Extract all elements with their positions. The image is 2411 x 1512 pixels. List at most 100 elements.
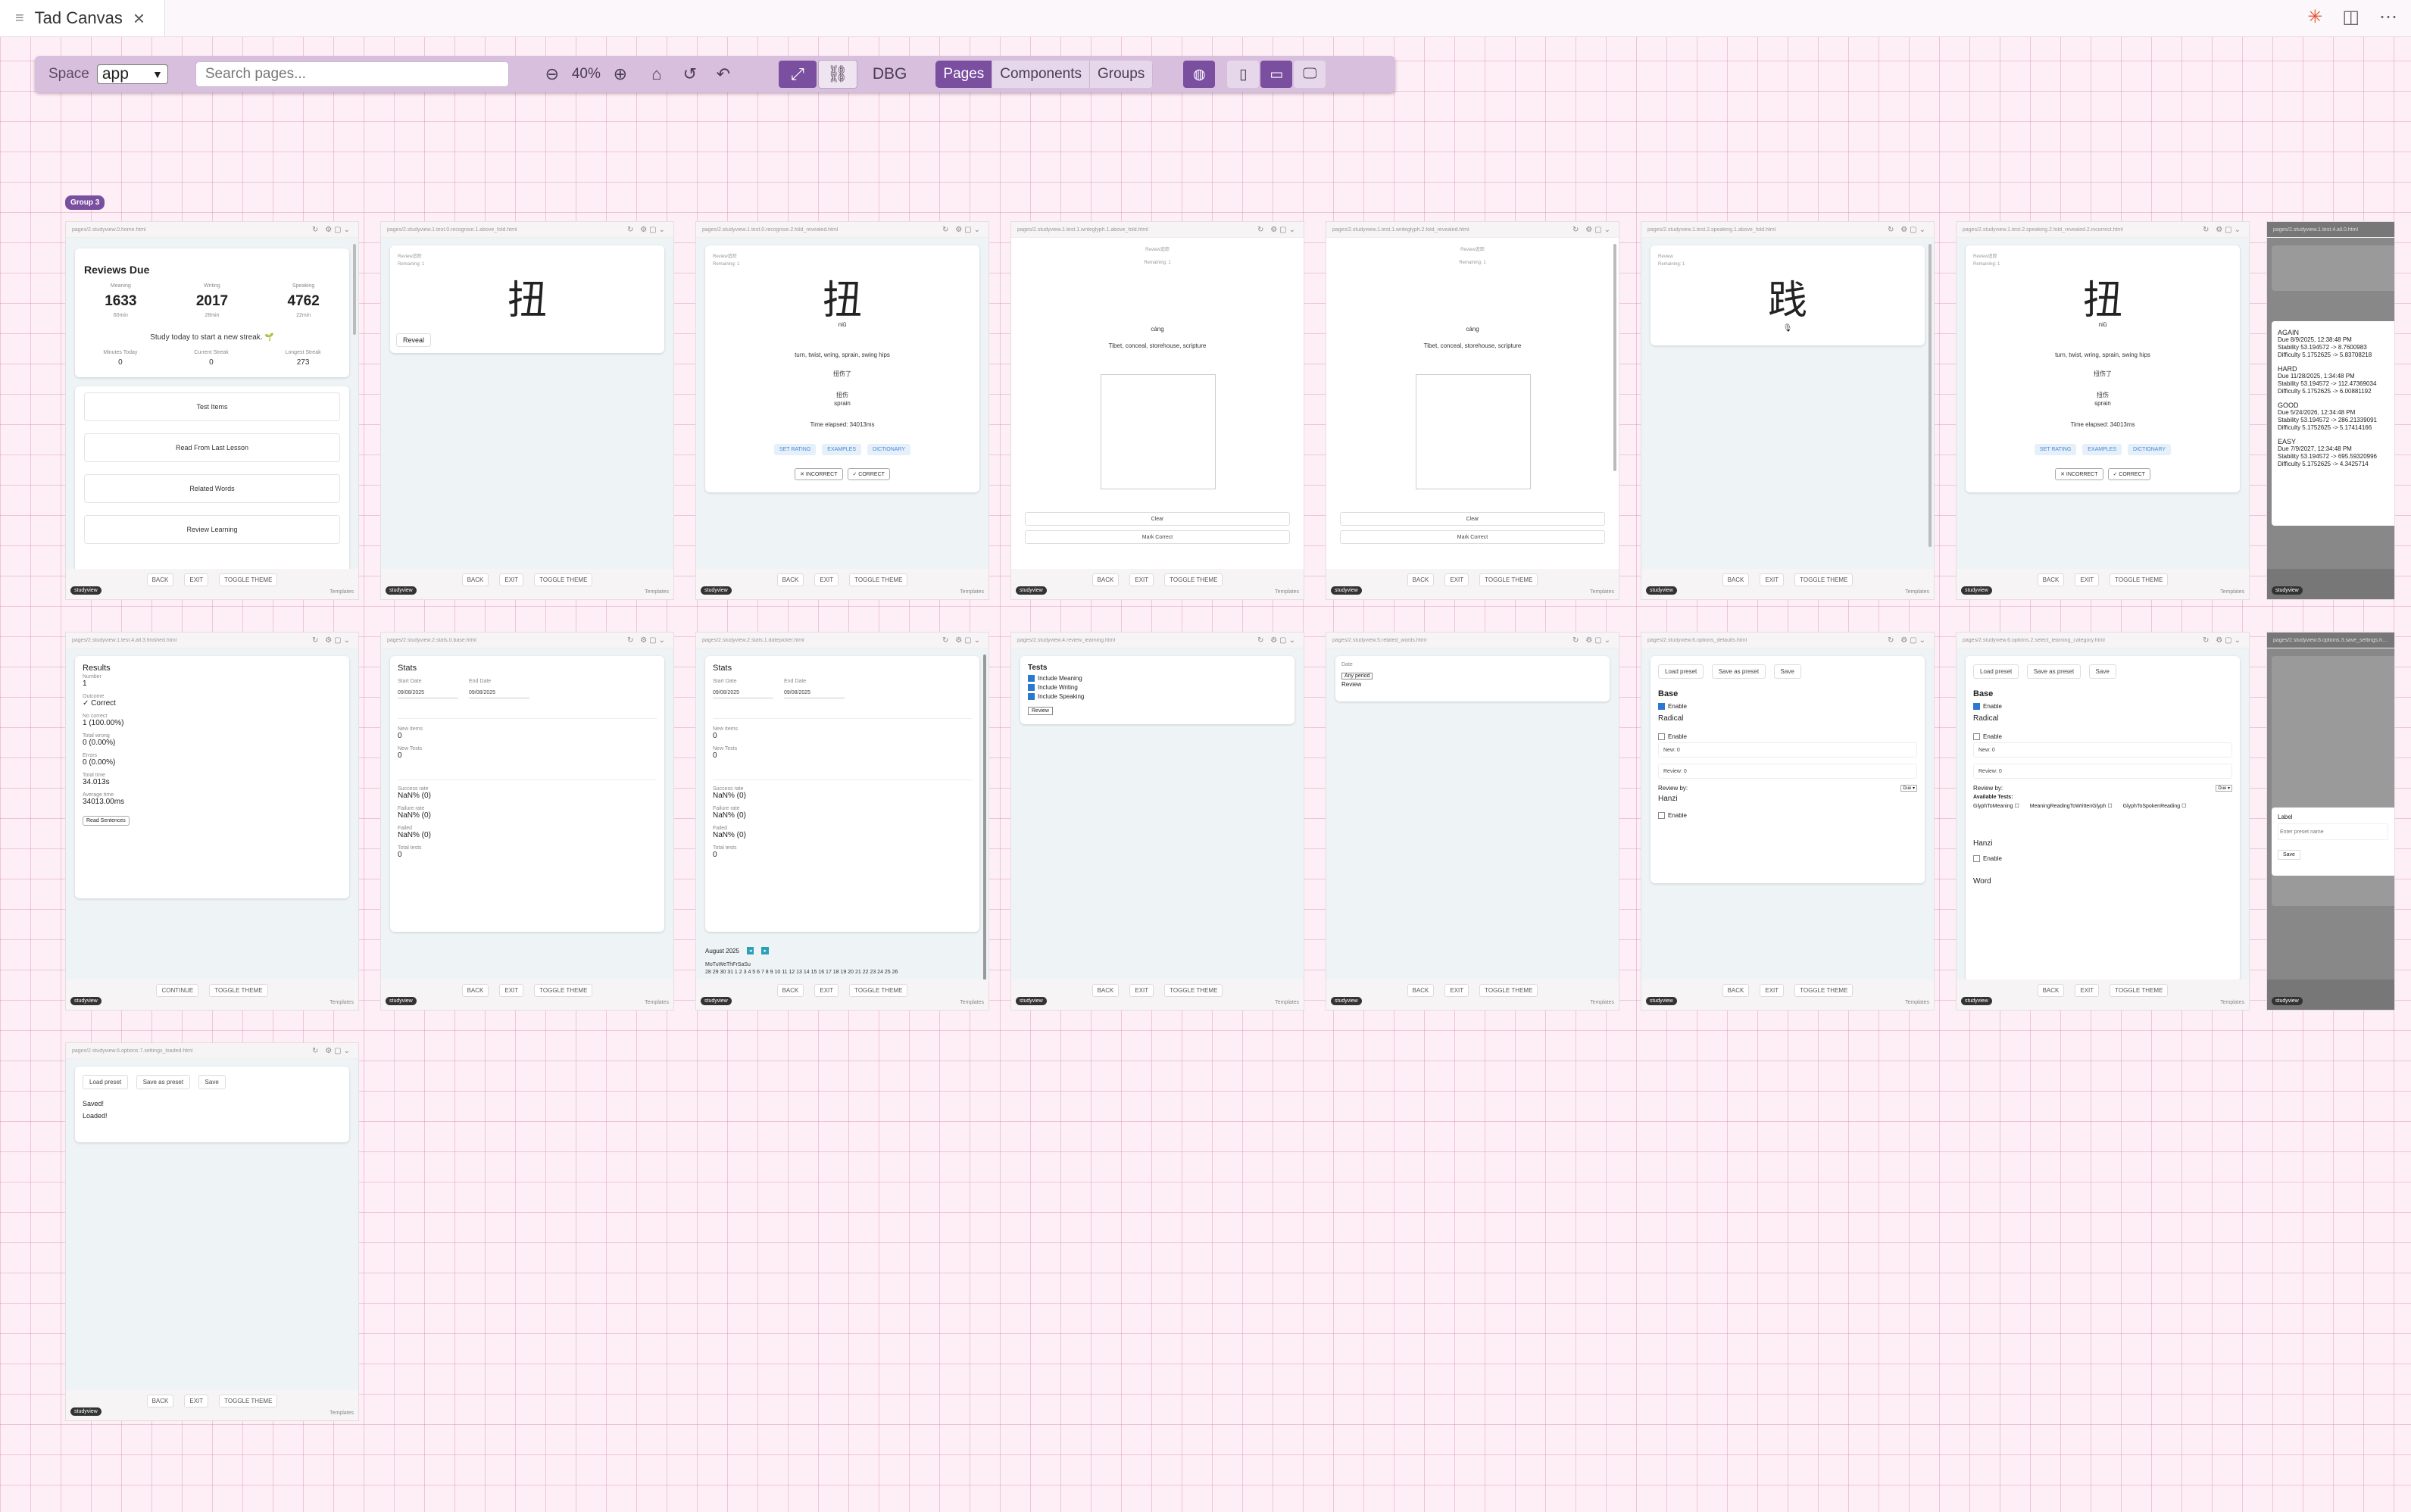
toggle-theme-button[interactable]: TOGGLE THEME (849, 573, 908, 586)
templates-link[interactable]: Templates (329, 1000, 354, 1005)
tablet-icon[interactable]: ▭ (1260, 61, 1293, 88)
preset-name-input[interactable] (2278, 823, 2388, 840)
read-from-last-lesson-button[interactable]: Read From Last Lesson (84, 433, 340, 462)
correct-button[interactable]: ✓ CORRECT (2107, 468, 2150, 480)
end-date-input[interactable]: 09/08/2025 (784, 688, 845, 698)
back-button[interactable]: BACK (1407, 984, 1435, 997)
exit-button[interactable]: EXIT (184, 1395, 209, 1407)
back-button[interactable]: BACK (2037, 573, 2065, 586)
review-button[interactable]: Review (1028, 707, 1053, 715)
examples-button[interactable]: EXAMPLES (822, 444, 862, 455)
page-frame-writeglyph-above-fold[interactable]: pages/2.studyview.1.test.1.writeglyph.1.… (1010, 221, 1304, 600)
link-icon[interactable]: ⛓ (817, 60, 857, 89)
back-button[interactable]: BACK (776, 573, 804, 586)
exit-button[interactable]: EXIT (499, 984, 524, 997)
writing-canvas[interactable] (1416, 374, 1531, 489)
save-as-preset-button[interactable]: Save as preset (2026, 664, 2082, 679)
templates-link[interactable]: Templates (2220, 589, 2244, 595)
review-input[interactable]: Review: 0 (1973, 764, 2232, 779)
rating-easy[interactable]: EASY Due 7/9/2027, 12:34:48 PM Stability 5… (2278, 438, 2377, 468)
spark-icon[interactable]: ✳ (2307, 6, 2322, 28)
exit-button[interactable]: EXIT (499, 573, 524, 586)
exit-button[interactable]: EXIT (184, 573, 209, 586)
test-meaning-reading-to-written-glyph[interactable]: MeaningReadingToWrittenGlyph ☐ (2030, 803, 2113, 809)
test-glyph-to-spoken-reading[interactable]: GlyphToSpokenReading ☐ (2123, 803, 2187, 809)
page-frame-save-settings[interactable]: pages/2.studyview.6.options.3.save_setti… (2266, 632, 2395, 1011)
frame-actions-icon[interactable]: ↻ ⚙▢⌄ (942, 636, 982, 645)
base-enable-checkbox[interactable]: Enable (1973, 703, 2232, 710)
save-as-preset-button[interactable]: Save as preset (1711, 664, 1766, 679)
scrollbar[interactable] (1613, 244, 1616, 471)
page-frame-results[interactable]: pages/2.studyview.1.test.4.all.3.finishe… (65, 632, 359, 1011)
frame-actions-icon[interactable]: ↻ ⚙▢⌄ (2203, 226, 2243, 234)
incorrect-button[interactable]: ✕ INCORRECT (795, 468, 843, 480)
next-month-icon[interactable]: ▸ (761, 947, 769, 954)
zoom-in-icon[interactable]: ⊕ (607, 61, 633, 87)
search-pages-input[interactable] (195, 61, 509, 87)
undo-icon[interactable]: ↶ (710, 61, 736, 87)
save-as-preset-button[interactable]: Save as preset (136, 1075, 191, 1089)
page-frame-related-words[interactable]: pages/2.studyview.5.related_words.html ↻ … (1326, 632, 1619, 1011)
rating-again[interactable]: AGAIN Due 8/9/2025, 12:38:48 PM Stability … (2278, 329, 2377, 359)
reveal-button[interactable]: Reveal (396, 333, 432, 347)
back-button[interactable]: BACK (1407, 573, 1435, 586)
examples-button[interactable]: EXAMPLES (2082, 444, 2122, 455)
space-select[interactable]: app ▼ (96, 64, 168, 84)
radical-enable-checkbox[interactable]: Enable (1658, 733, 1917, 740)
exit-button[interactable]: EXIT (2075, 984, 2100, 997)
frame-actions-icon[interactable]: ↻ ⚙▢⌄ (627, 226, 667, 234)
exit-button[interactable]: EXIT (1444, 573, 1469, 586)
include-meaning-checkbox[interactable]: Include Meaning (1028, 675, 1287, 682)
exit-button[interactable]: EXIT (1444, 984, 1469, 997)
phone-icon[interactable]: ▯ (1227, 61, 1260, 88)
templates-link[interactable]: Templates (645, 589, 669, 595)
back-button[interactable]: BACK (1092, 573, 1120, 586)
templates-link[interactable]: Templates (329, 1410, 354, 1416)
toggle-theme-button[interactable]: TOGGLE THEME (1794, 984, 1854, 997)
fit-view-icon[interactable]: ⤢ (778, 61, 817, 88)
writing-canvas[interactable] (1101, 374, 1216, 489)
save-button[interactable]: Save (198, 1075, 226, 1089)
frame-actions-icon[interactable]: ↻ ⚙▢⌄ (942, 226, 982, 234)
back-button[interactable]: BACK (146, 1395, 174, 1407)
back-button[interactable]: BACK (146, 573, 174, 586)
home-icon[interactable]: ⌂ (644, 61, 670, 87)
mark-correct-button[interactable]: Mark Correct (1340, 530, 1605, 544)
dictionary-button[interactable]: DICTIONARY (867, 444, 911, 455)
back-button[interactable]: BACK (2037, 984, 2065, 997)
review-input[interactable]: Review: 0 (1658, 764, 1917, 779)
page-frame-rating-popup[interactable]: pages/2.studyview.1.test.4.all.0.html AG… (2266, 221, 2395, 600)
templates-link[interactable]: Templates (1590, 589, 1614, 595)
close-tab-icon[interactable]: × (133, 8, 145, 28)
frame-actions-icon[interactable]: ↻ ⚙▢⌄ (627, 636, 667, 645)
page-frame-stats-datepicker[interactable]: pages/2.studyview.2.stats.1.datepicker.h… (695, 632, 989, 1011)
radical-enable-checkbox[interactable]: Enable (1973, 733, 2232, 740)
desktop-icon[interactable]: 🖵 (1294, 61, 1326, 88)
include-speaking-checkbox[interactable]: Include Speaking (1028, 693, 1287, 700)
toggle-theme-button[interactable]: TOGGLE THEME (534, 573, 593, 586)
more-icon[interactable]: ⋯ (2379, 6, 2397, 28)
rating-hard[interactable]: HARD Due 11/28/2025, 1:34:48 PM Stability … (2278, 365, 2377, 395)
exit-button[interactable]: EXIT (814, 573, 839, 586)
continue-button[interactable]: CONTINUE (156, 984, 199, 997)
hanzi-enable-checkbox[interactable]: Enable (1658, 812, 1917, 819)
exit-button[interactable]: EXIT (1129, 984, 1154, 997)
zoom-out-icon[interactable]: ⊖ (539, 61, 565, 87)
reset-icon[interactable]: ↺ (677, 61, 703, 87)
back-button[interactable]: BACK (1722, 984, 1750, 997)
toggle-theme-button[interactable]: TOGGLE THEME (219, 1395, 278, 1407)
set-rating-button[interactable]: SET RATING (2034, 444, 2077, 455)
back-button[interactable]: BACK (461, 573, 489, 586)
test-glyph-to-meaning[interactable]: GlyphToMeaning ☐ (1973, 803, 2019, 809)
templates-link[interactable]: Templates (1905, 589, 1929, 595)
templates-link[interactable]: Templates (960, 589, 984, 595)
toggle-theme-button[interactable]: TOGGLE THEME (209, 984, 268, 997)
set-rating-button[interactable]: SET RATING (773, 444, 817, 455)
toggle-theme-button[interactable]: TOGGLE THEME (849, 984, 908, 997)
scrollbar[interactable] (983, 654, 986, 1003)
templates-link[interactable]: Templates (1275, 1000, 1299, 1005)
frame-actions-icon[interactable]: ↻ ⚙▢⌄ (2203, 636, 2243, 645)
toggle-theme-button[interactable]: TOGGLE THEME (1164, 984, 1223, 997)
incorrect-button[interactable]: ✕ INCORRECT (2055, 468, 2103, 480)
page-frame-options-select-category[interactable]: pages/2.studyview.6.options.2.select_lea… (1956, 632, 2250, 1011)
